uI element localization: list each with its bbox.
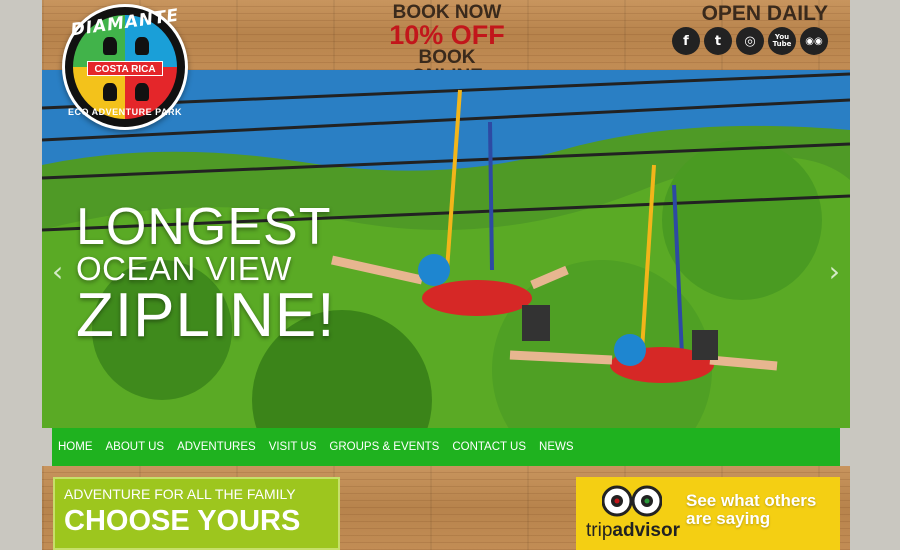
social-links: f t ◎ You Tube ◉◉ [672,27,828,55]
tripadvisor-wordmark: tripadvisor [586,520,680,542]
hero-headline: LONGEST OCEAN VIEW ZIPLINE! [76,198,336,350]
twitter-icon[interactable]: t [704,27,732,55]
tripadvisor-banner[interactable]: tripadvisor See what others are saying [576,477,840,550]
reviews-line-1: See what others [686,491,817,510]
hero-slider: ‹ › LONGEST OCEAN VIEW ZIPLINE! [42,70,850,428]
promo-discount: 10% OFF [389,20,505,50]
main-navigation: HOME ABOUT US ADVENTURES VISIT US GROUPS… [52,428,840,466]
facebook-icon[interactable]: f [672,27,700,55]
logo-country: COSTA RICA [87,61,163,76]
logo-figure-icon [135,83,149,101]
bottom-promo-strip: ADVENTURE FOR ALL THE FAMILY CHOOSE YOUR… [42,466,850,550]
nav-about-us[interactable]: ABOUT US [106,441,165,453]
youtube-icon[interactable]: You Tube [768,27,796,55]
open-daily-label: OPEN DAILY [701,2,828,25]
family-banner-subtitle: ADVENTURE FOR ALL THE FAMILY [64,486,296,502]
logo-figure-icon [103,83,117,101]
nav-visit-us[interactable]: VISIT US [269,441,317,453]
choose-adventure-banner[interactable]: ADVENTURE FOR ALL THE FAMILY CHOOSE YOUR… [53,477,340,550]
hero-line-3: ZIPLINE! [76,281,336,350]
instagram-icon[interactable]: ◎ [736,27,764,55]
logo-tagline: ECO ADVENTURE PARK [67,107,182,117]
nav-adventures[interactable]: ADVENTURES [177,441,256,453]
park-logo[interactable]: DIAMANTE COSTA RICA ECO ADVENTURE PARK [62,4,188,130]
nav-groups-events[interactable]: GROUPS & EVENTS [329,441,439,453]
logo-figure-icon [103,37,117,55]
family-banner-title: CHOOSE YOURS [64,505,301,537]
hero-line-1: LONGEST [76,198,332,256]
reviews-line-2: are saying [686,509,771,528]
nav-news[interactable]: NEWS [539,441,574,453]
tripadvisor-owl-icon [602,485,662,517]
nav-contact-us[interactable]: CONTACT US [452,441,526,453]
logo-figure-icon [135,37,149,55]
tripadvisor-icon[interactable]: ◉◉ [800,27,828,55]
reviews-callout: See what others are saying [686,492,816,528]
slider-prev-arrow[interactable]: ‹ [52,255,63,288]
slider-next-arrow[interactable]: › [829,255,840,288]
tripadvisor-brand-a: trip [586,520,613,541]
nav-home[interactable]: HOME [58,441,93,453]
tripadvisor-brand-b: advisor [612,520,680,541]
